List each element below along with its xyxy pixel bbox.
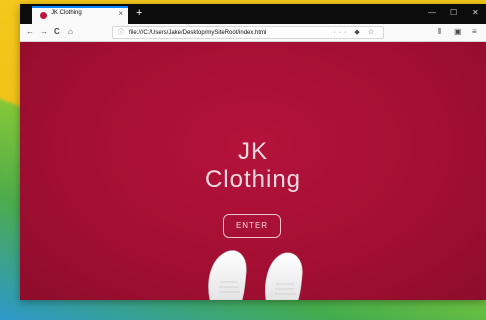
tab-jk-clothing[interactable]: JK Clothing ×	[32, 6, 128, 24]
tab-bar: JK Clothing × + — ☐ ✕	[20, 4, 486, 24]
tab-close-icon[interactable]: ×	[118, 9, 123, 19]
menu-icon[interactable]: ≡	[472, 27, 477, 37]
right-sneaker	[265, 252, 303, 300]
browser-window: JK Clothing × + — ☐ ✕ ← → C ⌂ ⓘ file:///…	[20, 4, 486, 300]
close-window-icon[interactable]: ✕	[472, 8, 479, 18]
library-icon[interactable]: ⦀	[438, 27, 442, 37]
minimize-icon[interactable]: —	[428, 8, 436, 18]
home-icon[interactable]: ⌂	[68, 27, 73, 37]
brand-title-line1: JK	[237, 138, 268, 165]
reload-icon[interactable]: C	[54, 27, 60, 37]
url-input[interactable]: file:///C:/Users/Jake/Desktop/mySiteRoot…	[129, 28, 266, 38]
sidebar-icon[interactable]: ▣	[454, 27, 462, 37]
navigation-toolbar: ← → C ⌂ ⓘ file:///C:/Users/Jake/Desktop/…	[20, 24, 486, 42]
back-icon[interactable]: ←	[26, 27, 34, 37]
forward-icon[interactable]: →	[40, 27, 48, 37]
info-icon[interactable]: ⓘ	[118, 28, 124, 38]
url-bar[interactable]: ⓘ file:///C:/Users/Jake/Desktop/mySiteRo…	[112, 26, 384, 39]
enter-button[interactable]: ENTER	[223, 214, 281, 238]
new-tab-button[interactable]: +	[136, 7, 142, 19]
page-actions-icons[interactable]: ··· ◆ ☆	[333, 28, 377, 38]
favicon-icon	[40, 12, 47, 19]
brand-title-line2: Clothing	[204, 166, 302, 193]
tab-title: JK Clothing	[51, 10, 82, 16]
sneakers-image	[208, 250, 303, 300]
page-hero: JK Clothing ENTER	[20, 42, 486, 300]
maximize-icon[interactable]: ☐	[450, 8, 457, 18]
left-sneaker	[208, 250, 247, 300]
